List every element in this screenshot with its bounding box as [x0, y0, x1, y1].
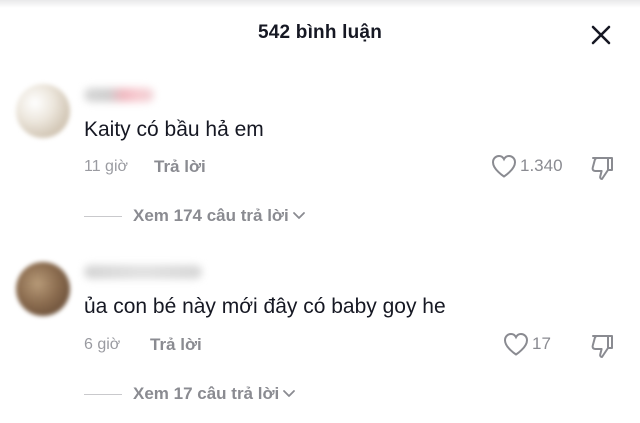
chevron-down-icon	[283, 390, 296, 397]
dislike-button[interactable]	[588, 154, 618, 182]
avatar[interactable]	[16, 84, 70, 138]
like-button[interactable]: 17	[502, 331, 551, 357]
comment-text: ủa con bé này mới đây có baby goy he	[84, 295, 446, 318]
close-icon	[591, 25, 611, 45]
top-shadow	[0, 0, 640, 8]
thumbs-down-icon	[591, 157, 613, 180]
comment-text: Kaity có bầu hả em	[84, 118, 264, 141]
view-replies-button[interactable]: Xem 17 câu trả lời	[84, 384, 296, 404]
view-replies-label: Xem 174 câu trả lời	[133, 206, 289, 225]
comment-time: 6 giờ	[84, 336, 121, 353]
avatar[interactable]	[16, 262, 70, 316]
reply-button[interactable]: Trả lời	[154, 157, 206, 177]
close-button[interactable]	[590, 24, 612, 46]
dislike-button[interactable]	[588, 332, 618, 360]
username-blurred[interactable]	[84, 265, 202, 279]
reply-button[interactable]: Trả lời	[150, 335, 202, 355]
like-count: 17	[532, 334, 551, 353]
chevron-down-icon	[292, 212, 305, 219]
heart-outline-icon	[491, 154, 517, 178]
comments-panel: 542 bình luận Kaity có bầu hả em 11 giờ …	[0, 0, 640, 423]
thumbs-down-icon	[591, 335, 613, 358]
comment-time: 11 giờ	[84, 158, 128, 175]
heart-outline-icon	[503, 332, 529, 356]
comments-count-title: 542 bình luận	[257, 22, 382, 43]
username-blurred[interactable]	[84, 88, 154, 102]
view-replies-label: Xem 17 câu trả lời	[133, 384, 280, 403]
replies-divider	[84, 215, 122, 217]
like-button[interactable]: 1.340	[490, 153, 563, 179]
replies-divider	[84, 393, 122, 395]
like-count: 1.340	[520, 156, 563, 175]
view-replies-button[interactable]: Xem 174 câu trả lời	[84, 206, 306, 226]
